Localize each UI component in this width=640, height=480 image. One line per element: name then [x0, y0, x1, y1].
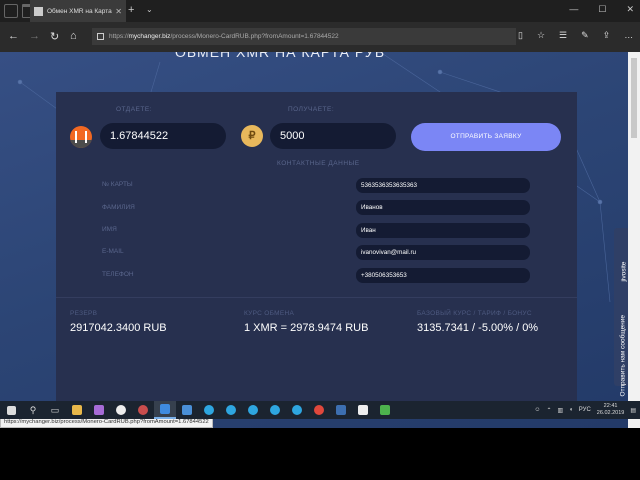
- app-c-icon[interactable]: [352, 401, 374, 419]
- more-icon[interactable]: …: [624, 30, 633, 41]
- page-viewport: ОБМЕН XMR НА КАРТА РУБ ОТДАЕТЕ: ПОЛУЧАЕТ…: [0, 52, 640, 428]
- share-icon[interactable]: ⇪: [603, 30, 611, 41]
- chat-widget-tab[interactable]: jivosite Отправить нам сообщение: [614, 228, 628, 397]
- address-toolbar: ← → ↻ ⌂ https://mychanger.biz/process/Mo…: [0, 22, 640, 52]
- rate-value: 1 XMR = 2978.9474 RUB: [244, 322, 369, 334]
- card-number-input[interactable]: 5363536353635363: [356, 178, 530, 193]
- base-rate-value: 3135.7341 / -5.00% / 0%: [417, 322, 539, 334]
- surname-label: ФАМИЛИЯ: [102, 204, 135, 211]
- toolbar-icons: ▯ ☆ ☰ ✎ ⇪ …: [518, 30, 640, 41]
- get-label: ПОЛУЧАЕТЕ:: [288, 106, 335, 113]
- email-label: E-MAIL: [102, 248, 124, 255]
- app-window-icon[interactable]: [330, 401, 352, 419]
- name-label: ИМЯ: [102, 226, 117, 233]
- browser-tab[interactable]: Обмен XMR на Карта Р ✕: [30, 0, 126, 22]
- edge-browser-icon[interactable]: [154, 401, 176, 419]
- url-bar[interactable]: https://mychanger.biz/process/Monero-Car…: [92, 28, 516, 45]
- system-tray: ☺ ⌃ ▥ ◖ РУС 22:41 26.02.2019 ▤: [534, 401, 636, 419]
- tab-close-icon[interactable]: ✕: [115, 7, 122, 16]
- page-background: ОБМЕН XMR НА КАРТА РУБ ОТДАЕТЕ: ПОЛУЧАЕТ…: [0, 52, 628, 428]
- notifications-icon[interactable]: ▤: [630, 407, 636, 414]
- telegram-icon-3[interactable]: [242, 401, 264, 419]
- telegram-icon-5[interactable]: [286, 401, 308, 419]
- scrollbar-thumb[interactable]: [631, 58, 637, 138]
- reserve-value: 2917042.3400 RUB: [70, 322, 167, 334]
- name-input[interactable]: Иван: [356, 223, 530, 238]
- reserve-label: РЕЗЕРВ: [70, 310, 98, 317]
- volume-icon[interactable]: ◖: [569, 407, 573, 413]
- refresh-icon[interactable]: ↻: [50, 30, 59, 43]
- monero-icon: [70, 126, 92, 148]
- people-icon[interactable]: ☺: [534, 407, 540, 413]
- send-message-label: Отправить нам сообщение: [619, 314, 627, 397]
- tab-list-chevron-icon[interactable]: ⌄: [146, 5, 153, 14]
- url-text: https://mychanger.biz/process/Monero-Car…: [109, 33, 339, 40]
- windows-taskbar: ⚲ ▭ ☺ ⌃ ▥ ◖ РУС 22:41 26.02.2019 ▤: [0, 401, 640, 419]
- rate-label: КУРС ОБМЕНА: [244, 310, 295, 317]
- app-feather-icon[interactable]: [88, 401, 110, 419]
- divider: [56, 297, 577, 298]
- home-icon[interactable]: ⌂: [70, 30, 77, 42]
- card-number-label: № КАРТЫ: [102, 181, 133, 188]
- phone-label: ТЕЛЕФОН: [102, 271, 134, 278]
- phone-input[interactable]: +380506353653: [356, 268, 530, 283]
- info-app-icon[interactable]: [110, 401, 132, 419]
- favorites-hub-icon[interactable]: ☰: [559, 30, 567, 41]
- file-explorer-icon[interactable]: [66, 401, 88, 419]
- lock-icon: [97, 33, 104, 40]
- search-icon[interactable]: ⚲: [22, 401, 44, 419]
- forward-arrow-icon[interactable]: →: [29, 30, 40, 42]
- reading-view-icon[interactable]: ▯: [518, 30, 523, 41]
- store-icon[interactable]: [176, 401, 198, 419]
- task-view-icon[interactable]: ▭: [44, 401, 66, 419]
- page-title: ОБМЕН XMR НА КАРТА РУБ: [174, 52, 386, 60]
- new-tab-button[interactable]: +: [128, 4, 134, 16]
- clock[interactable]: 22:41 26.02.2019: [597, 403, 625, 417]
- tab-preview-icon[interactable]: [4, 4, 18, 18]
- telegram-icon-2[interactable]: [220, 401, 242, 419]
- give-amount-input[interactable]: 1.67844522: [100, 123, 226, 149]
- start-button[interactable]: [0, 401, 22, 419]
- exchange-form: ОТДАЕТЕ: ПОЛУЧАЕТЕ: 1.67844522 ₽ 5000 ОТ…: [56, 92, 577, 412]
- app-c-green-icon[interactable]: [374, 401, 396, 419]
- give-label: ОТДАЕТЕ:: [116, 106, 152, 113]
- telegram-icon[interactable]: [198, 401, 220, 419]
- minimize-button[interactable]: —: [569, 4, 578, 15]
- notes-icon[interactable]: ✎: [581, 30, 589, 41]
- clock-date: 26.02.2019: [596, 410, 625, 416]
- telegram-icon-4[interactable]: [264, 401, 286, 419]
- app-circle-icon[interactable]: [132, 401, 154, 419]
- window-controls: — ☐ ✕: [569, 4, 634, 15]
- tab-title: Обмен XMR на Карта Р: [47, 7, 113, 15]
- email-input[interactable]: ivanovivan@mail.ru: [356, 245, 530, 260]
- chrome-icon[interactable]: [308, 401, 330, 419]
- favorite-star-icon[interactable]: ☆: [537, 30, 545, 41]
- network-icon[interactable]: ▥: [557, 407, 563, 414]
- maximize-button[interactable]: ☐: [598, 4, 606, 15]
- back-arrow-icon[interactable]: ←: [8, 30, 19, 42]
- contact-heading: КОНТАКТНЫЕ ДАННЫЕ: [277, 160, 360, 167]
- get-amount-input[interactable]: 5000: [270, 123, 396, 149]
- clock-time: 22:41: [603, 403, 618, 409]
- close-window-button[interactable]: ✕: [626, 4, 634, 15]
- tab-bar: Обмен XMR на Карта Р ✕ + ⌄ — ☐ ✕: [0, 0, 640, 22]
- base-rate-label: БАЗОВЫЙ КУРС / ТАРИФ / БОНУС: [417, 310, 532, 317]
- submit-request-button[interactable]: ОТПРАВИТЬ ЗАЯВКУ: [411, 123, 561, 151]
- surname-input[interactable]: Иванов: [356, 200, 530, 215]
- ruble-icon: ₽: [241, 125, 263, 147]
- page-scrollbar[interactable]: [628, 52, 640, 428]
- tray-expand-icon[interactable]: ⌃: [546, 407, 551, 414]
- favicon-icon: [34, 6, 43, 16]
- language-indicator[interactable]: РУС: [579, 407, 591, 413]
